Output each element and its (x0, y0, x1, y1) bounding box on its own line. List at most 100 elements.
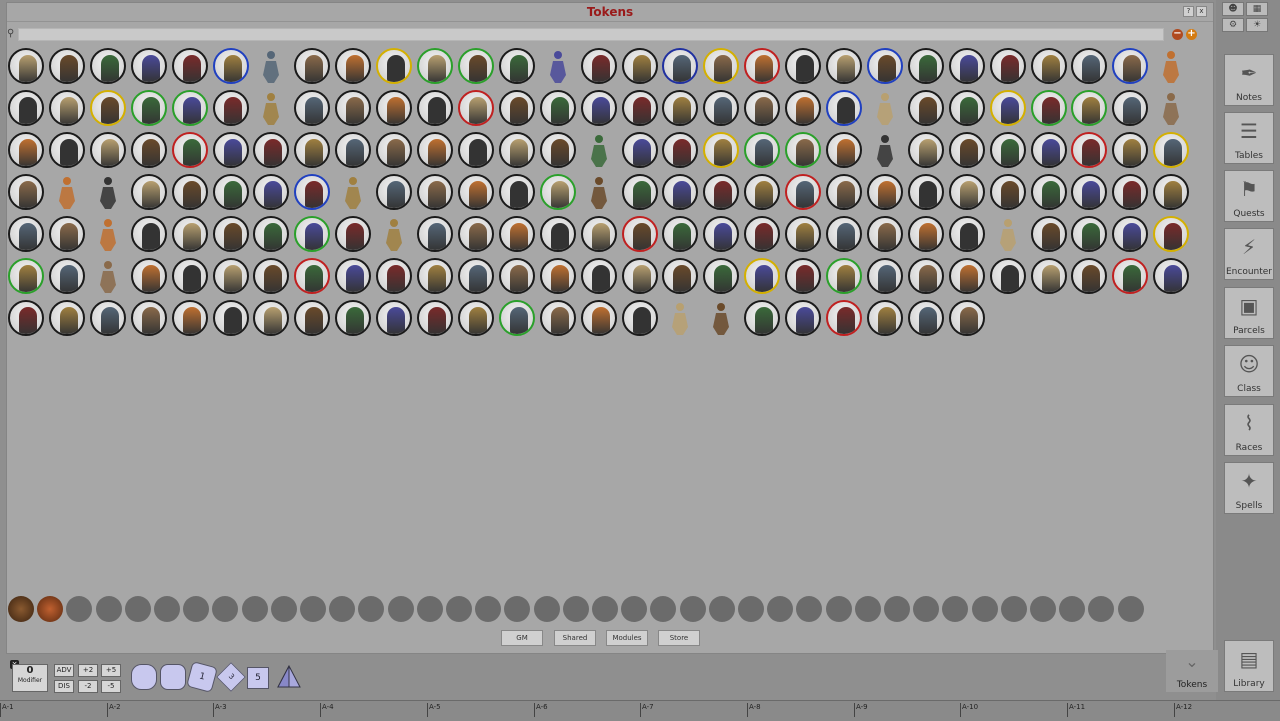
token[interactable] (294, 258, 330, 294)
token-figure[interactable] (995, 217, 1021, 251)
token[interactable] (1031, 216, 1067, 252)
token[interactable] (1071, 174, 1107, 210)
token[interactable] (417, 48, 453, 84)
token[interactable] (294, 300, 330, 336)
token[interactable] (213, 90, 249, 126)
token[interactable] (213, 300, 249, 336)
token[interactable] (499, 216, 535, 252)
token-figure[interactable] (258, 49, 284, 83)
token[interactable] (213, 258, 249, 294)
d10-icon[interactable]: 1 (186, 661, 218, 693)
token[interactable] (417, 132, 453, 168)
sidebar-item-class[interactable]: ☺ Class (1224, 345, 1274, 397)
token[interactable] (622, 258, 658, 294)
token[interactable] (8, 300, 44, 336)
token[interactable] (826, 90, 862, 126)
sidebar-item-library[interactable]: ▤ Library (1224, 640, 1274, 692)
token[interactable] (908, 174, 944, 210)
close-button[interactable]: x (1196, 6, 1207, 17)
token[interactable] (417, 258, 453, 294)
token[interactable] (335, 258, 371, 294)
token[interactable] (49, 90, 85, 126)
token[interactable] (867, 174, 903, 210)
token[interactable] (1071, 216, 1107, 252)
token[interactable] (1153, 216, 1189, 252)
token[interactable] (213, 132, 249, 168)
token[interactable] (990, 90, 1026, 126)
token[interactable] (1153, 258, 1189, 294)
token[interactable] (908, 258, 944, 294)
token[interactable] (294, 48, 330, 84)
token[interactable] (703, 258, 739, 294)
token[interactable] (785, 90, 821, 126)
token[interactable] (785, 300, 821, 336)
token[interactable] (376, 174, 412, 210)
tokens-launcher-button[interactable]: ⌄ Tokens (1166, 650, 1218, 692)
tab-gm[interactable]: GM (501, 630, 543, 646)
minus2-button[interactable]: -2 (78, 680, 98, 693)
token[interactable] (622, 48, 658, 84)
stash-slot[interactable] (1001, 596, 1027, 622)
stash-slot[interactable] (242, 596, 268, 622)
players-icon[interactable]: ☻ (1222, 2, 1244, 16)
stash-slot[interactable] (66, 596, 92, 622)
token[interactable] (172, 174, 208, 210)
stash-slot[interactable] (972, 596, 998, 622)
gear-icon[interactable]: ⚙ (1222, 18, 1244, 32)
token[interactable] (253, 258, 289, 294)
token[interactable] (744, 300, 780, 336)
token[interactable] (90, 132, 126, 168)
token[interactable] (8, 90, 44, 126)
token[interactable] (867, 48, 903, 84)
token-figure[interactable] (708, 301, 734, 335)
stash-slot[interactable] (300, 596, 326, 622)
dis-button[interactable]: DIS (54, 680, 74, 693)
token[interactable] (499, 174, 535, 210)
token[interactable] (622, 300, 658, 336)
token[interactable] (703, 216, 739, 252)
token[interactable] (335, 48, 371, 84)
token[interactable] (581, 216, 617, 252)
stash-slot[interactable] (796, 596, 822, 622)
sidebar-item-encounter[interactable]: ⚡ Encounter (1224, 228, 1274, 280)
sidebar-item-notes[interactable]: ✒ Notes (1224, 54, 1274, 106)
token[interactable] (826, 174, 862, 210)
zoom-out-button[interactable]: − (1172, 29, 1183, 40)
token[interactable] (458, 132, 494, 168)
token[interactable] (1112, 132, 1148, 168)
token[interactable] (294, 216, 330, 252)
token[interactable] (172, 258, 208, 294)
token[interactable] (417, 90, 453, 126)
stash-slot[interactable] (417, 596, 443, 622)
sidebar-item-quests[interactable]: ⚑ Quests (1224, 170, 1274, 222)
token[interactable] (826, 300, 862, 336)
stash-slot[interactable] (884, 596, 910, 622)
stash-slot[interactable] (855, 596, 881, 622)
token[interactable] (1071, 132, 1107, 168)
token[interactable] (213, 48, 249, 84)
token[interactable] (744, 216, 780, 252)
token[interactable] (622, 174, 658, 210)
token[interactable] (1031, 132, 1067, 168)
token[interactable] (949, 216, 985, 252)
token[interactable] (581, 90, 617, 126)
adv-button[interactable]: ADV (54, 664, 74, 677)
token[interactable] (867, 300, 903, 336)
token[interactable] (581, 300, 617, 336)
token-figure[interactable] (258, 91, 284, 125)
token[interactable] (949, 258, 985, 294)
token[interactable] (540, 300, 576, 336)
stash-slot[interactable] (271, 596, 297, 622)
token[interactable] (49, 132, 85, 168)
token[interactable] (1071, 90, 1107, 126)
token[interactable] (49, 48, 85, 84)
token[interactable] (253, 300, 289, 336)
token[interactable] (172, 90, 208, 126)
stash-slot[interactable] (592, 596, 618, 622)
stash-slot[interactable] (183, 596, 209, 622)
tab-store[interactable]: Store (658, 630, 700, 646)
stash-slot[interactable] (446, 596, 472, 622)
token[interactable] (131, 48, 167, 84)
token[interactable] (417, 174, 453, 210)
token[interactable] (744, 48, 780, 84)
